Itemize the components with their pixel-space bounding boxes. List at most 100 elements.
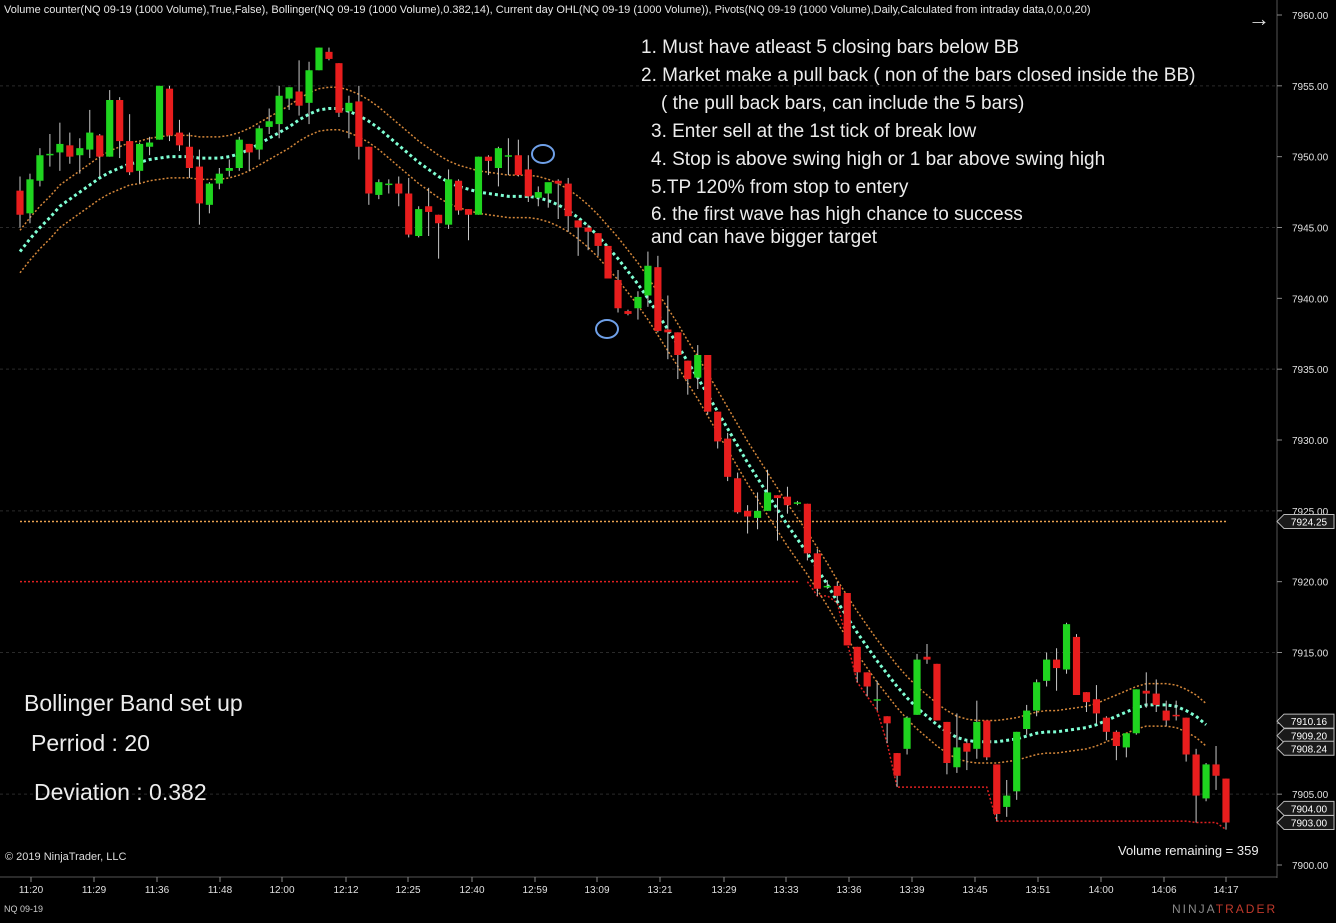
candle-body xyxy=(1102,717,1110,732)
candle-body xyxy=(474,156,483,215)
candle-body xyxy=(953,747,961,768)
candle-body xyxy=(454,180,463,211)
candle-body xyxy=(255,128,263,150)
y-tick-label: 7930.00 xyxy=(1292,436,1329,447)
candle-body xyxy=(285,87,293,99)
volume-remaining: Volume remaining = 359 xyxy=(1118,843,1259,858)
candle-body xyxy=(355,101,363,147)
candle-body xyxy=(504,155,512,157)
y-tick-label: 7940.00 xyxy=(1292,294,1329,305)
candle-body xyxy=(175,132,184,146)
candle-body xyxy=(16,190,24,215)
candle xyxy=(106,90,114,157)
price-tag-label: 7908.24 xyxy=(1291,744,1328,755)
candle-body xyxy=(574,220,582,228)
candle xyxy=(165,85,174,142)
candle-body xyxy=(165,88,174,136)
brand-logo: NINJATRADER xyxy=(1172,902,1277,916)
candle-body xyxy=(46,153,54,156)
candle-body xyxy=(1052,659,1061,669)
candle-body xyxy=(405,193,413,235)
y-tick-label: 7935.00 xyxy=(1292,365,1329,376)
y-tick-label: 7950.00 xyxy=(1292,153,1329,164)
candle-body xyxy=(544,182,552,194)
candle-body xyxy=(763,492,772,511)
candle-body xyxy=(704,355,712,412)
price-tag-label: 7903.00 xyxy=(1291,819,1328,830)
x-tick-label: 13:36 xyxy=(836,885,861,896)
instrument-label: NQ 09-19 xyxy=(4,904,44,914)
candle-body xyxy=(96,135,104,157)
y-tick-label: 7900.00 xyxy=(1292,861,1329,872)
candle-body xyxy=(325,51,333,59)
candle xyxy=(803,503,811,561)
candle-body xyxy=(245,143,253,153)
candle-body xyxy=(813,553,821,589)
candle-body xyxy=(1033,682,1041,711)
candle-body xyxy=(126,141,134,173)
candle-body xyxy=(365,146,373,194)
candle-body xyxy=(534,192,542,198)
candle-body xyxy=(1212,764,1220,776)
x-tick-label: 11:20 xyxy=(19,885,44,896)
candle-body xyxy=(514,155,522,176)
price-tag: 7924.25 xyxy=(1276,513,1335,529)
candle-body xyxy=(714,411,722,442)
candle-body xyxy=(395,183,403,194)
candle-body xyxy=(86,132,94,150)
x-tick-label: 14:06 xyxy=(1151,885,1176,896)
candle-body xyxy=(554,180,562,184)
candle-body xyxy=(385,183,393,186)
candle-body xyxy=(1062,624,1071,670)
candle xyxy=(1202,763,1210,802)
x-tick-label: 14:17 xyxy=(1213,885,1238,896)
candle xyxy=(155,85,164,140)
candle-body xyxy=(883,716,891,724)
note-3: 3. Enter sell at the 1st tick of break l… xyxy=(651,121,977,142)
candle-body xyxy=(1222,778,1230,823)
candle-body xyxy=(793,502,802,504)
candle-body xyxy=(933,663,941,721)
candle-body xyxy=(275,95,283,125)
candle-body xyxy=(1162,710,1170,721)
candle-body xyxy=(1072,636,1081,695)
chart-area[interactable]: 7960.00 7955.00 7950.00 7945.00 7940.00 7935.… xyxy=(0,0,1336,918)
y-tick-label: 7960.00 xyxy=(1292,11,1329,22)
candle-body xyxy=(335,63,343,113)
setup-panel: Bollinger Band set up Perriod : 20 Devia… xyxy=(24,690,243,806)
price-tag-label: 7910.16 xyxy=(1291,717,1328,728)
brand-ninja: NINJA xyxy=(1172,902,1216,916)
candle-body xyxy=(1182,717,1190,755)
price-tag: 7908.24 xyxy=(1276,740,1335,756)
candle-body xyxy=(464,209,473,215)
candle-body xyxy=(1152,693,1160,705)
candle-body xyxy=(1092,699,1101,714)
price-tag: 7903.00 xyxy=(1276,815,1335,830)
candle xyxy=(604,245,612,279)
candle-body xyxy=(843,593,851,646)
candle-body xyxy=(823,585,831,588)
arrow-right-icon[interactable]: → xyxy=(1246,8,1272,32)
note-6b: and can have bigger target xyxy=(651,227,878,248)
candle-body xyxy=(106,100,114,157)
candle-body xyxy=(853,646,861,673)
candle-body xyxy=(1122,733,1130,748)
note-4: 4. Stop is above swing high or 1 bar abo… xyxy=(651,149,1106,170)
candle-body xyxy=(155,85,164,140)
candle-body xyxy=(734,478,742,513)
setup-title: Bollinger Band set up xyxy=(24,690,243,716)
candle-body xyxy=(753,510,762,518)
candle-body xyxy=(783,496,792,506)
candle-body xyxy=(743,510,752,517)
candle-body xyxy=(524,169,532,197)
candle-body xyxy=(185,146,194,168)
candle xyxy=(1062,622,1071,674)
x-tick-label: 13:21 xyxy=(647,885,672,896)
candle xyxy=(913,653,921,715)
candle-body xyxy=(225,168,233,171)
candle-body xyxy=(604,245,612,279)
x-tick-label: 11:36 xyxy=(145,885,170,896)
candle-body xyxy=(305,70,313,103)
candle xyxy=(734,472,742,514)
candle-body xyxy=(943,721,951,763)
